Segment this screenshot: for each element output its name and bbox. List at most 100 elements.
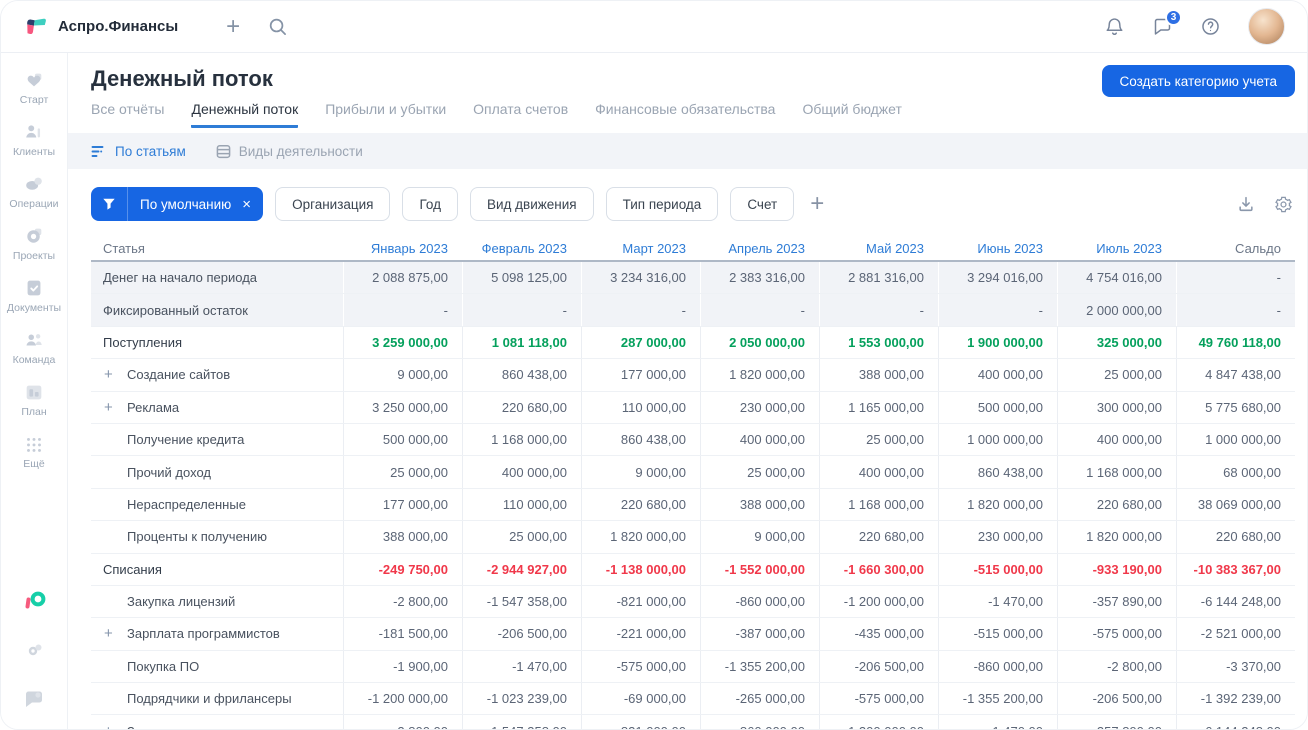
row-label[interactable]: Нераспределенные <box>91 489 343 520</box>
row-label[interactable]: Подрядчики и фрилансеры <box>91 683 343 714</box>
tab-total-budget[interactable]: Общий бюджет <box>802 101 901 128</box>
row-label-text: Подрядчики и фрилансеры <box>127 691 292 707</box>
expand-icon[interactable]: + <box>104 366 113 383</box>
row-label[interactable]: Закупка лицензий <box>91 586 343 617</box>
cell-value: 9 000,00 <box>343 359 462 391</box>
row-label[interactable]: + Зарплата программистов <box>91 715 343 729</box>
filter-chip[interactable]: Вид движения <box>469 187 594 221</box>
row-label-text: Зарплата программистов <box>127 724 280 729</box>
brand: Аспро.Финансы <box>23 14 178 40</box>
settings-icon[interactable] <box>22 639 46 663</box>
filter-chip[interactable]: Счет <box>730 187 795 221</box>
column-header-month[interactable]: Март 2023 <box>581 241 700 256</box>
cell-value: 388 000,00 <box>700 488 819 521</box>
cell-value: 9 000,00 <box>581 456 700 488</box>
row-label-text: Закупка лицензий <box>127 594 236 610</box>
column-header-month[interactable]: Февраль 2023 <box>462 241 581 256</box>
operations-icon <box>23 173 45 195</box>
column-header-month[interactable]: Апрель 2023 <box>700 241 819 256</box>
bell-icon[interactable] <box>1104 16 1125 37</box>
column-header-month[interactable]: Июль 2023 <box>1057 241 1176 256</box>
cell-value: 3 234 316,00 <box>581 262 700 294</box>
cell-value: -387 000,00 <box>700 618 819 650</box>
row-label[interactable]: Проценты к получению <box>91 521 343 552</box>
sidebar-item-documents[interactable]: Документы <box>7 277 61 314</box>
help-icon[interactable] <box>1200 16 1221 37</box>
tab-liabilities[interactable]: Финансовые обязательства <box>595 101 775 128</box>
expand-icon[interactable]: + <box>104 625 113 642</box>
filter-chip[interactable]: Тип периода <box>605 187 719 221</box>
cell-value: 1 165 000,00 <box>819 391 938 423</box>
sidebar-item-projects[interactable]: Проекты <box>7 225 61 262</box>
search-icon[interactable] <box>268 17 287 36</box>
row-label[interactable]: Денег на начало периода <box>91 262 343 293</box>
chat-icon[interactable]: 3 <box>1152 9 1182 37</box>
row-label[interactable]: Фиксированный остаток <box>91 294 343 325</box>
cell-value: -1 392 239,00 <box>1176 683 1295 715</box>
sidebar-item-more[interactable]: Ещё <box>7 433 61 470</box>
cell-value: 220 680,00 <box>581 488 700 521</box>
cell-value: 1 820 000,00 <box>938 488 1057 521</box>
add-filter-icon[interactable]: + <box>810 192 824 216</box>
create-category-button[interactable]: Создать категорию учета <box>1101 65 1295 97</box>
cell-value: 1 820 000,00 <box>581 521 700 553</box>
remove-filter-icon[interactable]: × <box>237 197 263 212</box>
cell-value: -1 470,00 <box>938 585 1057 618</box>
documents-icon <box>23 277 45 299</box>
column-header-month[interactable]: Июнь 2023 <box>938 241 1057 256</box>
column-header-month[interactable]: Январь 2023 <box>343 241 462 256</box>
cell-value: 1 820 000,00 <box>700 359 819 391</box>
filter-chip[interactable]: Организация <box>275 187 391 221</box>
row-label[interactable]: Списания <box>91 554 343 585</box>
column-header-item: Статья <box>103 240 145 256</box>
table-row: Подрядчики и фрилансеры -1 200 000,00 -1 0… <box>91 683 1295 716</box>
sidebar-item-team[interactable]: Команда <box>7 329 61 366</box>
row-label[interactable]: Покупка ПО <box>91 651 343 682</box>
plan-icon <box>23 381 45 403</box>
row-label-text: Поступления <box>103 334 183 350</box>
sidebar-item-start[interactable]: Старт <box>7 69 61 106</box>
row-label[interactable]: Поступления <box>91 327 343 358</box>
cell-value: -575 000,00 <box>819 683 938 715</box>
cell-value: -6 144 248,00 <box>1176 585 1295 618</box>
table-row: Списания -249 750,00 -2 944 927,00 -1 138 0… <box>91 553 1295 586</box>
table-row: Проценты к получению 388 000,00 25 000,00 1… <box>91 521 1295 554</box>
row-label[interactable]: Прочий доход <box>91 456 343 487</box>
support-chat-icon[interactable] <box>22 687 46 711</box>
cell-value: -221 000,00 <box>581 618 700 650</box>
subtab-by-items[interactable]: По статьям <box>91 144 186 159</box>
sidebar-item-clients[interactable]: Клиенты <box>7 121 61 158</box>
row-label[interactable]: Получение кредита <box>91 424 343 455</box>
cell-value: -249 750,00 <box>343 553 462 585</box>
cell-value: 1 000 000,00 <box>1176 423 1295 456</box>
cell-value: - <box>581 294 700 326</box>
download-icon[interactable] <box>1237 195 1255 213</box>
row-label[interactable]: + Создание сайтов <box>91 359 343 390</box>
sidebar-item-operations[interactable]: Операции <box>7 173 61 210</box>
cell-value: 220 680,00 <box>1057 488 1176 521</box>
avatar[interactable] <box>1248 8 1285 45</box>
row-label[interactable]: + Зарплата программистов <box>91 618 343 649</box>
tab-all-reports[interactable]: Все отчёты <box>91 101 164 128</box>
row-label[interactable]: + Реклама <box>91 392 343 423</box>
expand-icon[interactable]: + <box>104 399 113 416</box>
expand-icon[interactable]: + <box>104 723 113 729</box>
filter-chip[interactable]: Год <box>402 187 458 221</box>
cell-value: 177 000,00 <box>581 359 700 391</box>
cell-value: 3 294 016,00 <box>938 262 1057 294</box>
cell-value: 25 000,00 <box>1057 359 1176 391</box>
cell-value: -357 890,00 <box>1057 585 1176 618</box>
add-icon[interactable]: + <box>226 14 240 39</box>
tab-profit-loss[interactable]: Прибыли и убытки <box>325 101 446 128</box>
active-filter-button[interactable]: По умолчанию × <box>91 187 264 221</box>
table-row: Нераспределенные 177 000,00 110 000,00 220 … <box>91 488 1295 522</box>
column-header-month[interactable]: Май 2023 <box>819 241 938 256</box>
tab-cash-flow[interactable]: Денежный поток <box>191 101 299 128</box>
sidebar-item-plan[interactable]: План <box>7 381 61 418</box>
tab-invoice-payment[interactable]: Оплата счетов <box>473 101 568 128</box>
cell-value: 860 438,00 <box>581 423 700 456</box>
row-label-text: Получение кредита <box>127 432 245 448</box>
gear-icon[interactable] <box>1274 195 1293 214</box>
more-grid-icon <box>23 433 45 455</box>
subtab-activity-types[interactable]: Виды деятельности <box>216 144 363 159</box>
